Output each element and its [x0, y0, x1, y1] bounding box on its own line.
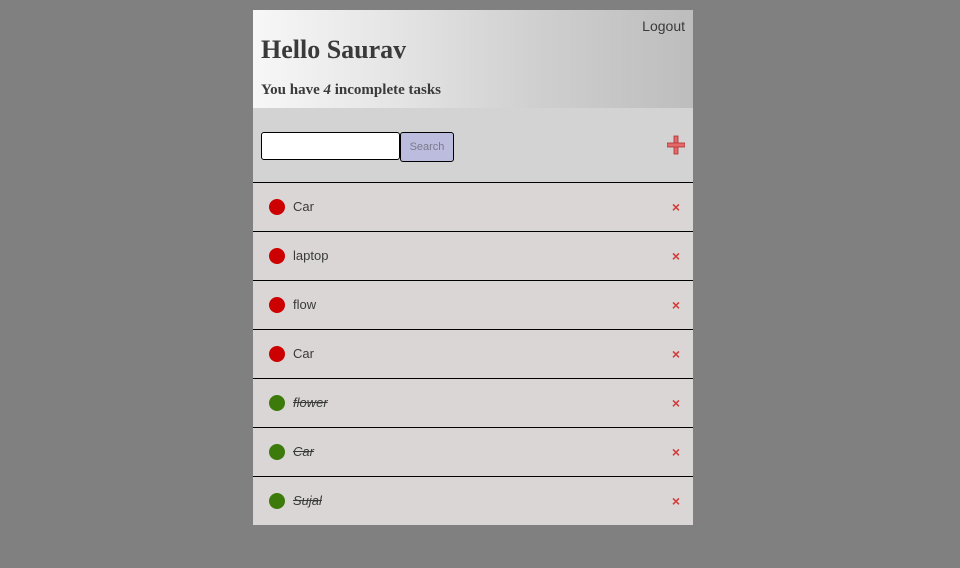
task-label: Sujal [293, 493, 322, 508]
delete-task-button[interactable]: × [672, 394, 680, 412]
task-item: flow × [253, 281, 693, 330]
task-label: flower [293, 395, 328, 410]
task-summary: You have 4 incomplete tasks [261, 82, 441, 99]
summary-suffix: incomplete tasks [331, 82, 442, 98]
delete-task-button[interactable]: × [672, 247, 680, 265]
incomplete-status-dot[interactable] [269, 248, 285, 264]
task-item: Car × [253, 330, 693, 379]
incomplete-status-dot[interactable] [269, 199, 285, 215]
plus-icon [666, 135, 686, 155]
greeting-title: Hello Saurav [261, 35, 407, 64]
search-input[interactable] [261, 132, 400, 160]
complete-status-dot[interactable] [269, 493, 285, 509]
task-label: Car [293, 444, 314, 459]
task-label: laptop [293, 248, 329, 263]
logout-link[interactable]: Logout [642, 18, 685, 34]
complete-status-dot[interactable] [269, 395, 285, 411]
delete-task-button[interactable]: × [672, 345, 680, 363]
incomplete-count: 4 [323, 82, 332, 98]
todo-app: Logout Hello Saurav You have 4 incomplet… [253, 10, 693, 525]
task-item: flower × [253, 379, 693, 428]
task-item: Car × [253, 428, 693, 477]
incomplete-status-dot[interactable] [269, 346, 285, 362]
search-button[interactable]: Search [400, 132, 454, 162]
delete-task-button[interactable]: × [672, 492, 680, 510]
add-task-button[interactable] [666, 134, 686, 156]
task-label: Car [293, 346, 314, 361]
delete-task-button[interactable]: × [672, 198, 680, 216]
task-label: flow [293, 297, 317, 312]
task-label: Car [293, 199, 314, 214]
toolbar: Search [253, 108, 693, 183]
header: Logout Hello Saurav You have 4 incomplet… [253, 10, 693, 108]
task-item: Car × [253, 183, 693, 232]
summary-prefix: You have [261, 82, 324, 98]
task-item: laptop × [253, 232, 693, 281]
delete-task-button[interactable]: × [672, 296, 680, 314]
task-list: Car × laptop × flow × Car × flower × Car… [253, 183, 693, 525]
incomplete-status-dot[interactable] [269, 297, 285, 313]
delete-task-button[interactable]: × [672, 443, 680, 461]
task-item: Sujal × [253, 477, 693, 525]
complete-status-dot[interactable] [269, 444, 285, 460]
